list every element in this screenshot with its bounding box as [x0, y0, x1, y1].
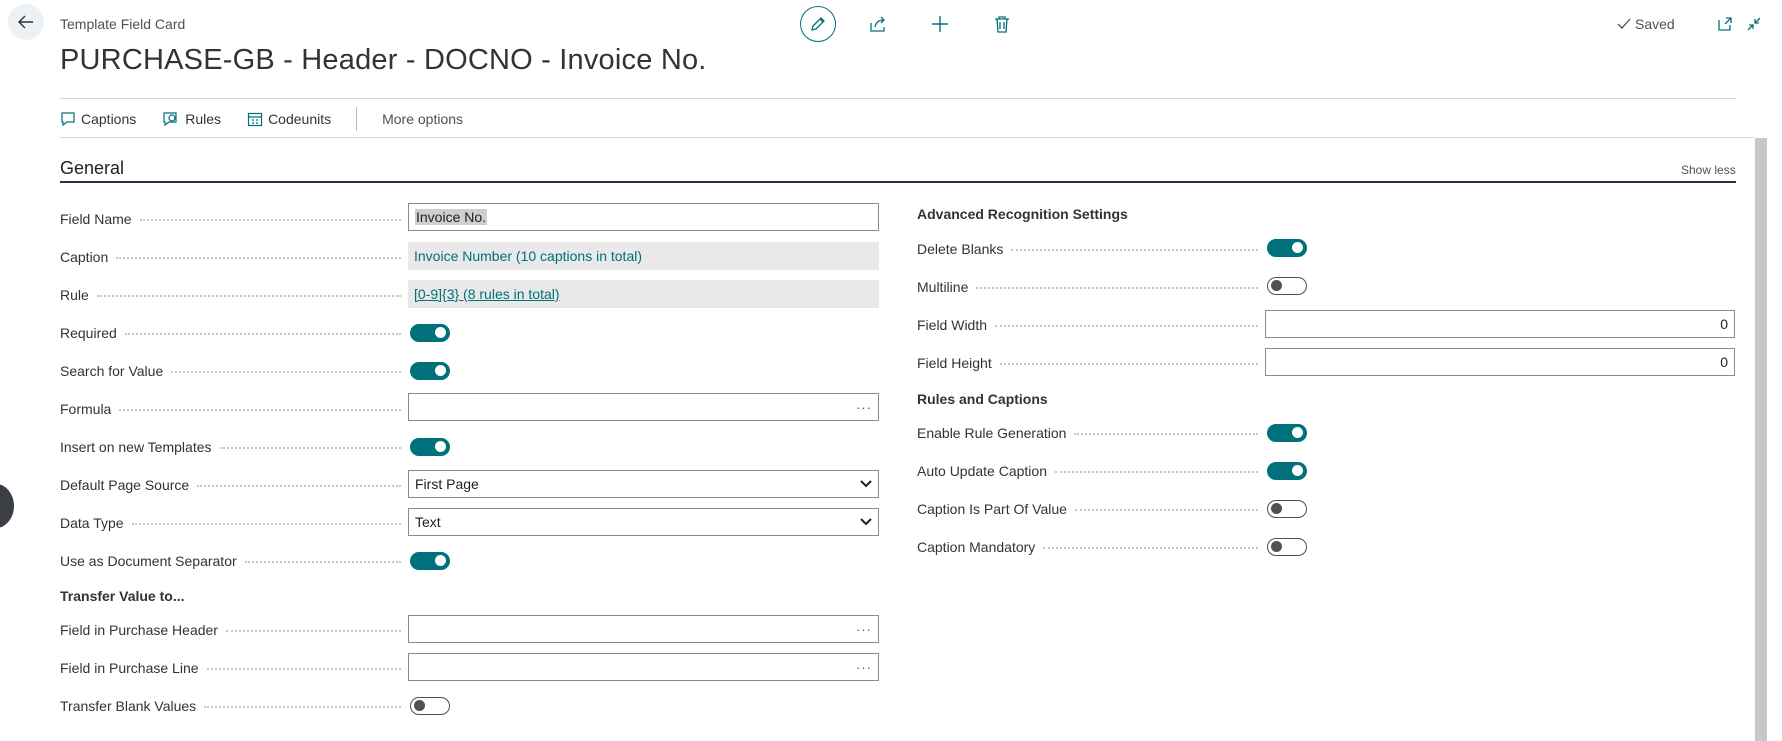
enable-rule-generation-label: Enable Rule Generation	[917, 425, 1262, 441]
rule-label: Rule	[60, 287, 405, 303]
transfer-blank-values-label: Transfer Blank Values	[60, 698, 405, 714]
top-action-group	[800, 6, 1014, 42]
side-panel-handle[interactable]	[0, 484, 14, 528]
caption-mandatory-label: Caption Mandatory	[917, 539, 1262, 555]
open-in-new-window-icon	[1718, 17, 1732, 31]
data-type-value: Text	[415, 514, 441, 530]
multiline-label: Multiline	[917, 279, 1262, 295]
transfer-blank-values-toggle[interactable]	[410, 697, 450, 715]
rule-value-field: [0-9]{3} (8 rules in total)	[408, 280, 879, 308]
section-title-general: General	[60, 158, 125, 178]
page-title: PURCHASE-GB - Header - DOCNO - Invoice N…	[60, 44, 707, 76]
show-less-link[interactable]: Show less	[1681, 163, 1736, 177]
caption-mandatory-toggle[interactable]	[1267, 538, 1307, 556]
checkmark-icon	[1617, 18, 1631, 29]
scrollbar[interactable]	[1755, 138, 1767, 741]
header-divider	[60, 98, 1736, 99]
search-for-value-toggle[interactable]	[410, 362, 450, 380]
caption-value-field[interactable]: Invoice Number (10 captions in total)	[408, 242, 879, 270]
required-label: Required	[60, 325, 405, 341]
use-as-document-separator-label: Use as Document Separator	[60, 553, 405, 569]
edit-button[interactable]	[800, 6, 836, 42]
delete-blanks-toggle[interactable]	[1267, 239, 1307, 257]
chevron-down-icon	[860, 518, 872, 526]
caption-is-part-of-value-label: Caption Is Part Of Value	[917, 501, 1262, 517]
field-height-input[interactable]: 0	[1265, 348, 1735, 376]
formula-lookup-button[interactable]: ···	[856, 400, 872, 415]
delete-blanks-label: Delete Blanks	[917, 241, 1262, 257]
more-options-action[interactable]: More options	[382, 111, 463, 127]
pencil-icon	[811, 17, 825, 31]
use-as-document-separator-toggle[interactable]	[410, 552, 450, 570]
required-toggle[interactable]	[410, 324, 450, 342]
share-icon	[870, 16, 885, 32]
rule-link[interactable]: [0-9]{3} (8 rules in total)	[414, 286, 560, 302]
default-page-source-value: First Page	[415, 476, 479, 492]
action-bar-separator	[356, 107, 358, 131]
advanced-recognition-heading: Advanced Recognition Settings	[917, 206, 1128, 222]
collapse-icon	[1747, 17, 1761, 31]
transfer-value-heading: Transfer Value to...	[60, 588, 185, 604]
plus-icon	[932, 16, 948, 32]
saved-status: Saved	[1617, 16, 1675, 32]
caption-is-part-of-value-toggle[interactable]	[1267, 500, 1307, 518]
caption-label: Caption	[60, 249, 405, 265]
multiline-toggle[interactable]	[1267, 277, 1307, 295]
field-in-purchase-header-label: Field in Purchase Header	[60, 622, 405, 638]
share-button[interactable]	[866, 12, 890, 36]
field-width-value: 0	[1720, 316, 1728, 332]
field-name-value: Invoice No.	[415, 209, 488, 225]
section-underline	[60, 181, 1736, 183]
auto-update-caption-toggle[interactable]	[1267, 462, 1307, 480]
chevron-down-icon	[860, 480, 872, 488]
auto-update-caption-label: Auto Update Caption	[917, 463, 1262, 479]
field-width-input[interactable]: 0	[1265, 310, 1735, 338]
delete-button[interactable]	[990, 12, 1014, 36]
default-page-source-select[interactable]: First Page	[408, 470, 879, 498]
field-in-purchase-header-lookup-button[interactable]: ···	[856, 622, 872, 637]
field-in-purchase-line-input[interactable]: ···	[408, 653, 879, 681]
new-button[interactable]	[928, 12, 952, 36]
back-arrow-icon	[18, 15, 33, 29]
field-in-purchase-header-input[interactable]: ···	[408, 615, 879, 643]
field-height-label: Field Height	[917, 355, 1262, 371]
saved-label: Saved	[1635, 16, 1675, 32]
rules-action[interactable]: Rules	[162, 111, 221, 127]
field-width-label: Field Width	[917, 317, 1262, 333]
rules-icon	[163, 112, 177, 127]
enable-rule-generation-toggle[interactable]	[1267, 424, 1307, 442]
trash-icon	[995, 16, 1009, 33]
open-new-window-button[interactable]	[1715, 14, 1735, 34]
captions-label: Captions	[81, 111, 137, 127]
more-options-label: More options	[382, 111, 464, 127]
rules-and-captions-heading: Rules and Captions	[917, 391, 1048, 407]
actionbar-divider	[60, 137, 1754, 138]
data-type-label: Data Type	[60, 515, 405, 531]
calendar-icon	[247, 112, 263, 127]
card-type-label: Template Field Card	[60, 16, 186, 32]
insert-on-new-templates-toggle[interactable]	[410, 438, 450, 456]
field-height-value: 0	[1720, 354, 1728, 370]
caption-value: Invoice Number (10 captions in total)	[414, 248, 642, 264]
search-for-value-label: Search for Value	[60, 363, 405, 379]
action-bar: Captions Rules Codeunits More options	[60, 107, 489, 131]
field-in-purchase-line-lookup-button[interactable]: ···	[856, 660, 872, 675]
codeunits-label: Codeunits	[268, 111, 332, 127]
speech-bubble-icon	[61, 112, 75, 127]
field-name-input[interactable]: Invoice No.	[408, 203, 879, 231]
captions-action[interactable]: Captions	[60, 111, 136, 127]
field-in-purchase-line-label: Field in Purchase Line	[60, 660, 405, 676]
formula-label: Formula	[60, 401, 405, 417]
rules-label: Rules	[185, 111, 222, 127]
back-button[interactable]	[8, 4, 44, 40]
collapse-button[interactable]	[1744, 14, 1764, 34]
insert-on-new-templates-label: Insert on new Templates	[60, 439, 405, 455]
default-page-source-label: Default Page Source	[60, 477, 405, 493]
formula-input[interactable]: ···	[408, 393, 879, 421]
field-name-label: Field Name	[60, 211, 405, 227]
codeunits-action[interactable]: Codeunits	[247, 111, 331, 127]
data-type-select[interactable]: Text	[408, 508, 879, 536]
